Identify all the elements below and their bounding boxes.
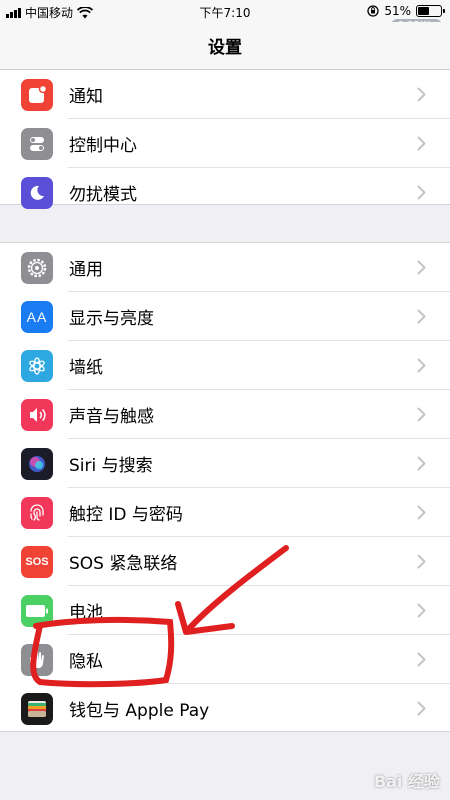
- chevron-right-icon: [417, 260, 429, 275]
- settings-row-label: 墙纸: [69, 358, 103, 378]
- notification-icon: [21, 78, 53, 111]
- settings-row-moon[interactable]: 勿扰模式: [0, 168, 450, 217]
- settings-row-label: 显示与亮度: [69, 309, 154, 329]
- fingerprint-icon: [21, 496, 53, 529]
- settings-row-speaker[interactable]: 声音与触感: [0, 390, 450, 439]
- battery-percent: 51%: [384, 4, 411, 18]
- chevron-right-icon: [417, 554, 429, 569]
- chevron-right-icon: [417, 456, 429, 471]
- settings-row-label: 勿扰模式: [69, 185, 137, 205]
- settings-row-battery[interactable]: 电池: [0, 586, 450, 635]
- gear-icon: [21, 251, 53, 284]
- settings-row-label: 控制中心: [69, 136, 137, 156]
- settings-row-label: SOS 紧急联络: [69, 554, 178, 574]
- settings-row-label: 触控 ID 与密码: [69, 505, 183, 525]
- watermark: Bai 经验: [373, 772, 440, 791]
- settings-row-siri[interactable]: Siri 与搜索: [0, 439, 450, 488]
- page-title: 设置: [208, 38, 242, 58]
- chevron-right-icon: [417, 603, 429, 618]
- settings-row-gear[interactable]: 通用: [0, 243, 450, 292]
- settings-row-sos[interactable]: SOS SOS 紧急联络: [0, 537, 450, 586]
- chevron-right-icon: [417, 309, 429, 324]
- control-center-icon: [21, 127, 53, 160]
- chevron-right-icon: [417, 505, 429, 520]
- hand-icon: [21, 643, 53, 676]
- status-bar: 中国移动 下午7:10 51% 0.92K/s: [0, 0, 450, 32]
- moon-icon: [21, 176, 53, 209]
- settings-row-fingerprint[interactable]: 触控 ID 与密码: [0, 488, 450, 537]
- chevron-right-icon: [417, 136, 429, 151]
- settings-row-label: 隐私: [69, 652, 103, 672]
- settings-row-label: 通知: [69, 87, 103, 107]
- chevron-right-icon: [417, 652, 429, 667]
- wallpaper-icon: [21, 349, 53, 382]
- settings-row-label: 钱包与 Apple Pay: [69, 701, 210, 721]
- status-right: 51%: [367, 4, 445, 18]
- settings-row-label: Siri 与搜索: [69, 456, 153, 476]
- settings-group-2: 通用 AA 显示与亮度墙纸声音与触感 Siri 与搜索触控 ID 与密码 SOS SOS …: [0, 242, 450, 732]
- settings-group-1: 通知控制中心勿扰模式: [0, 70, 450, 209]
- battery-icon: [21, 594, 53, 627]
- settings-row-label: 声音与触感: [69, 407, 154, 427]
- settings-row-label: 电池: [69, 603, 103, 623]
- chevron-right-icon: [417, 87, 429, 102]
- chevron-right-icon: [417, 185, 429, 200]
- navigation-bar: 设置: [0, 22, 450, 70]
- siri-icon: [21, 447, 53, 480]
- settings-row-notification[interactable]: 通知: [0, 70, 450, 119]
- chevron-right-icon: [417, 407, 429, 422]
- speaker-icon: [21, 398, 53, 431]
- rotation-lock-icon: [367, 5, 379, 17]
- settings-row-control-center[interactable]: 控制中心: [0, 119, 450, 168]
- settings-row-wallet[interactable]: 钱包与 Apple Pay: [0, 684, 450, 733]
- battery-status-icon: [416, 5, 445, 17]
- settings-row-label: 通用: [69, 260, 103, 280]
- settings-row-display-brightness[interactable]: AA 显示与亮度: [0, 292, 450, 341]
- settings-row-hand[interactable]: 隐私: [0, 635, 450, 684]
- sos-icon: SOS: [21, 545, 53, 578]
- chevron-right-icon: [417, 358, 429, 373]
- wallet-icon: [21, 692, 53, 725]
- display-brightness-icon: AA: [21, 300, 53, 333]
- settings-row-wallpaper[interactable]: 墙纸: [0, 341, 450, 390]
- chevron-right-icon: [417, 701, 429, 716]
